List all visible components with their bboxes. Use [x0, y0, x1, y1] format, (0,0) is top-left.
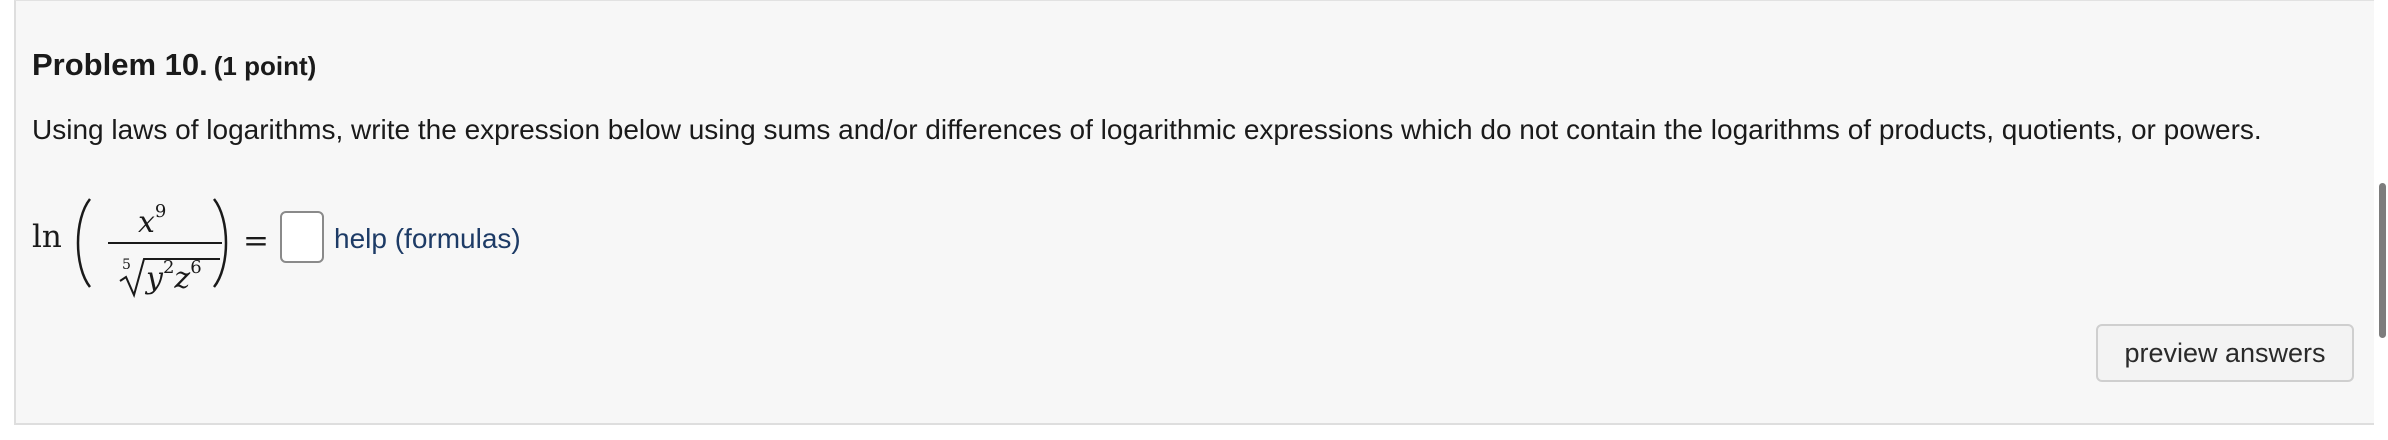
denominator-var1: y — [146, 261, 163, 296]
numerator-base: x — [138, 205, 155, 240]
math-expression: ln x9 5 y2z6 = help (formulas) — [32, 161, 832, 301]
fraction-bar — [108, 242, 222, 244]
help-formulas-link[interactable]: help (formulas) — [334, 223, 521, 255]
numerator-exponent: 9 — [154, 201, 167, 222]
left-paren — [76, 198, 92, 288]
scrollbar-track[interactable] — [2374, 0, 2388, 440]
numerator: x9 — [138, 201, 166, 240]
equals-sign: = — [243, 223, 269, 259]
denominator: y2z6 — [146, 257, 202, 296]
denominator-exp2: 6 — [190, 257, 202, 278]
scrollbar-thumb[interactable] — [2379, 183, 2386, 338]
problem-panel: Problem 10. (1 point) Using laws of logar… — [14, 0, 2380, 425]
denominator-var2: z — [174, 261, 191, 296]
answer-input[interactable] — [280, 211, 324, 263]
problem-instructions: Using laws of logarithms, write the expr… — [32, 114, 2262, 145]
preview-answers-button[interactable]: preview answers — [2096, 324, 2354, 382]
right-paren — [212, 198, 228, 288]
problem-points: (1 point) — [213, 51, 317, 81]
denominator-exp1: 2 — [162, 257, 175, 278]
ln-function: ln — [32, 219, 62, 255]
problem-title: Problem 10. — [32, 47, 208, 82]
problem-header: Problem 10. (1 point) — [32, 47, 316, 83]
